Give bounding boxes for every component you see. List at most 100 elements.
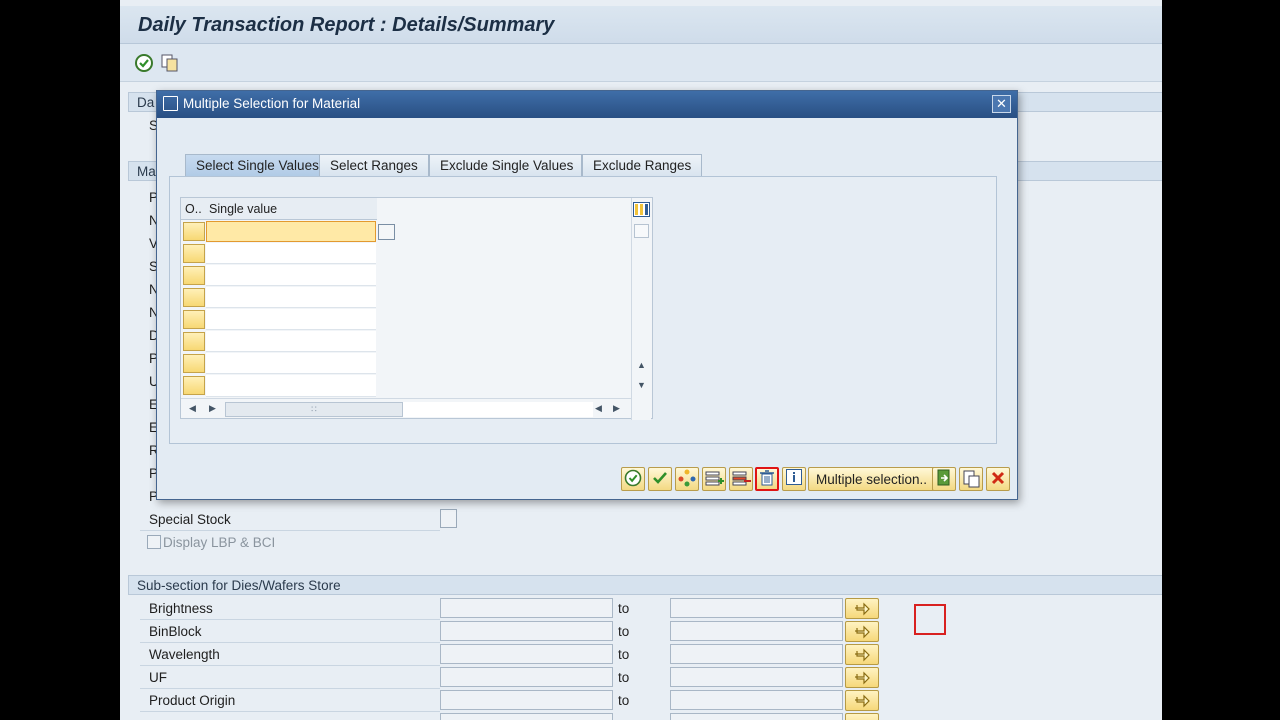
paste-button[interactable]	[959, 467, 983, 491]
uf-to-input[interactable]	[670, 667, 843, 687]
dies-row: Product Origin to	[128, 689, 1162, 712]
scroll-left-icon[interactable]: ◀	[189, 403, 196, 414]
display-lbp-row: Display LBP & BCI	[128, 531, 1162, 554]
info-button[interactable]	[782, 467, 806, 491]
single-value-input[interactable]	[206, 265, 376, 286]
uf-multiple-selection-button[interactable]	[845, 667, 879, 688]
multiple-selection-dialog: Multiple Selection for Material ✕ Select…	[156, 90, 1018, 500]
dies-row: BinBlock to	[128, 620, 1162, 643]
partial-from-input[interactable]	[440, 713, 613, 720]
check-button[interactable]	[648, 467, 672, 491]
single-value-input[interactable]	[206, 287, 376, 308]
col-single-value-header[interactable]: Single value	[209, 202, 277, 216]
row-selector[interactable]	[183, 354, 205, 373]
scroll-down-icon[interactable]: ▼	[637, 380, 646, 390]
brightness-to-input[interactable]	[670, 598, 843, 618]
row-selector[interactable]	[183, 266, 205, 285]
product-origin-to-input[interactable]	[670, 690, 843, 710]
dialog-window-icon	[163, 96, 178, 111]
dies-row-partial	[128, 712, 1162, 720]
title-bar: Daily Transaction Report : Details/Summa…	[120, 6, 1162, 44]
brightness-from-input[interactable]	[440, 598, 613, 618]
dies-row: UF to	[128, 666, 1162, 689]
app-toolbar	[120, 44, 1162, 82]
binblock-multiple-selection-button[interactable]	[845, 621, 879, 642]
cancel-button[interactable]	[986, 467, 1010, 491]
display-lbp-label: Display LBP & BCI	[163, 535, 276, 550]
tab-exclude-ranges[interactable]: Exclude Ranges	[582, 154, 702, 176]
to-label: to	[618, 624, 630, 639]
wavelength-to-input[interactable]	[670, 644, 843, 664]
single-value-input[interactable]	[206, 221, 376, 242]
scroll-right-icon[interactable]: ▶	[209, 403, 216, 414]
section-dies-wafers: Sub-section for Dies/Wafers Store Bright…	[128, 575, 1162, 720]
dies-row: Brightness to	[128, 597, 1162, 620]
dies-row: Wavelength to	[128, 643, 1162, 666]
horizontal-scrollbar[interactable]: ◀ ▶ ∷ ◀ ▶	[181, 398, 631, 418]
brightness-multiple-selection-button[interactable]	[845, 598, 879, 619]
dialog-title-bar: Multiple Selection for Material ✕	[157, 91, 1017, 118]
section-main-header: Ma	[137, 164, 156, 179]
single-value-input[interactable]	[206, 309, 376, 330]
import-button[interactable]	[932, 467, 956, 491]
h-scroll-track	[403, 402, 593, 417]
brightness-label: Brightness	[149, 601, 213, 616]
section-dies-header: Sub-section for Dies/Wafers Store	[128, 575, 1162, 595]
variant-icon[interactable]	[160, 53, 180, 73]
tab-select-ranges[interactable]: Select Ranges	[319, 154, 429, 176]
binblock-from-input[interactable]	[440, 621, 613, 641]
insert-row-button[interactable]	[702, 467, 726, 491]
row-selector[interactable]	[183, 244, 205, 263]
tab-exclude-single-values[interactable]: Exclude Single Values	[429, 154, 582, 176]
product-origin-from-input[interactable]	[440, 690, 613, 710]
product-origin-label: Product Origin	[149, 693, 236, 708]
product-origin-multiple-selection-button[interactable]	[845, 690, 879, 711]
special-stock-label: Special Stock	[149, 512, 231, 527]
execute-icon[interactable]	[134, 53, 154, 73]
multiple-selection-button[interactable]: Multiple selection..	[808, 467, 936, 491]
execute-button[interactable]	[621, 467, 645, 491]
row-selector[interactable]	[183, 310, 205, 329]
single-value-input[interactable]	[206, 353, 376, 374]
tab-panel: O.. Single value ▲ ▼ ◀ ▶ ∷ ◀ ▶	[169, 176, 997, 444]
special-stock-row: Special Stock	[128, 508, 1162, 531]
to-label: to	[618, 693, 630, 708]
tab-select-single-values[interactable]: Select Single Values	[185, 154, 325, 176]
special-stock-field[interactable]	[440, 509, 457, 528]
single-value-input[interactable]	[206, 375, 376, 397]
wavelength-label: Wavelength	[149, 647, 220, 662]
wavelength-from-input[interactable]	[440, 644, 613, 664]
scroll-thumb[interactable]	[634, 224, 649, 238]
value-help-copy-icon[interactable]	[378, 224, 395, 240]
scroll-up-icon[interactable]: ▲	[637, 360, 646, 370]
row-selector[interactable]	[183, 332, 205, 351]
highlight-box	[914, 604, 946, 635]
col-option-header[interactable]: O..	[185, 202, 202, 216]
display-lbp-checkbox[interactable]	[147, 535, 161, 549]
row-selector[interactable]	[183, 222, 205, 241]
delete-all-button[interactable]	[755, 467, 779, 491]
close-button[interactable]: ✕	[992, 95, 1011, 113]
grid-header: O.. Single value	[181, 198, 377, 220]
row-selector[interactable]	[183, 288, 205, 307]
dialog-title: Multiple Selection for Material	[183, 96, 361, 111]
section-top-header: Da	[137, 95, 155, 110]
column-config-icon[interactable]	[633, 202, 650, 217]
partial-multiple-selection-button[interactable]	[845, 713, 879, 720]
h-scroll-thumb[interactable]: ∷	[225, 402, 403, 417]
options-button[interactable]	[675, 467, 699, 491]
to-label: to	[618, 601, 630, 616]
single-values-grid: O.. Single value ▲ ▼ ◀ ▶ ∷ ◀ ▶	[180, 197, 653, 420]
scroll-right-icon[interactable]: ▶	[613, 403, 620, 414]
scroll-left-icon[interactable]: ◀	[595, 403, 602, 414]
wavelength-multiple-selection-button[interactable]	[845, 644, 879, 665]
single-value-input[interactable]	[206, 331, 376, 352]
delete-row-button[interactable]	[729, 467, 753, 491]
to-label: to	[618, 670, 630, 685]
binblock-to-input[interactable]	[670, 621, 843, 641]
partial-to-input[interactable]	[670, 713, 843, 720]
row-selector[interactable]	[183, 376, 205, 395]
vertical-scrollbar[interactable]: ▲ ▼	[631, 198, 651, 420]
uf-from-input[interactable]	[440, 667, 613, 687]
single-value-input[interactable]	[206, 243, 376, 264]
